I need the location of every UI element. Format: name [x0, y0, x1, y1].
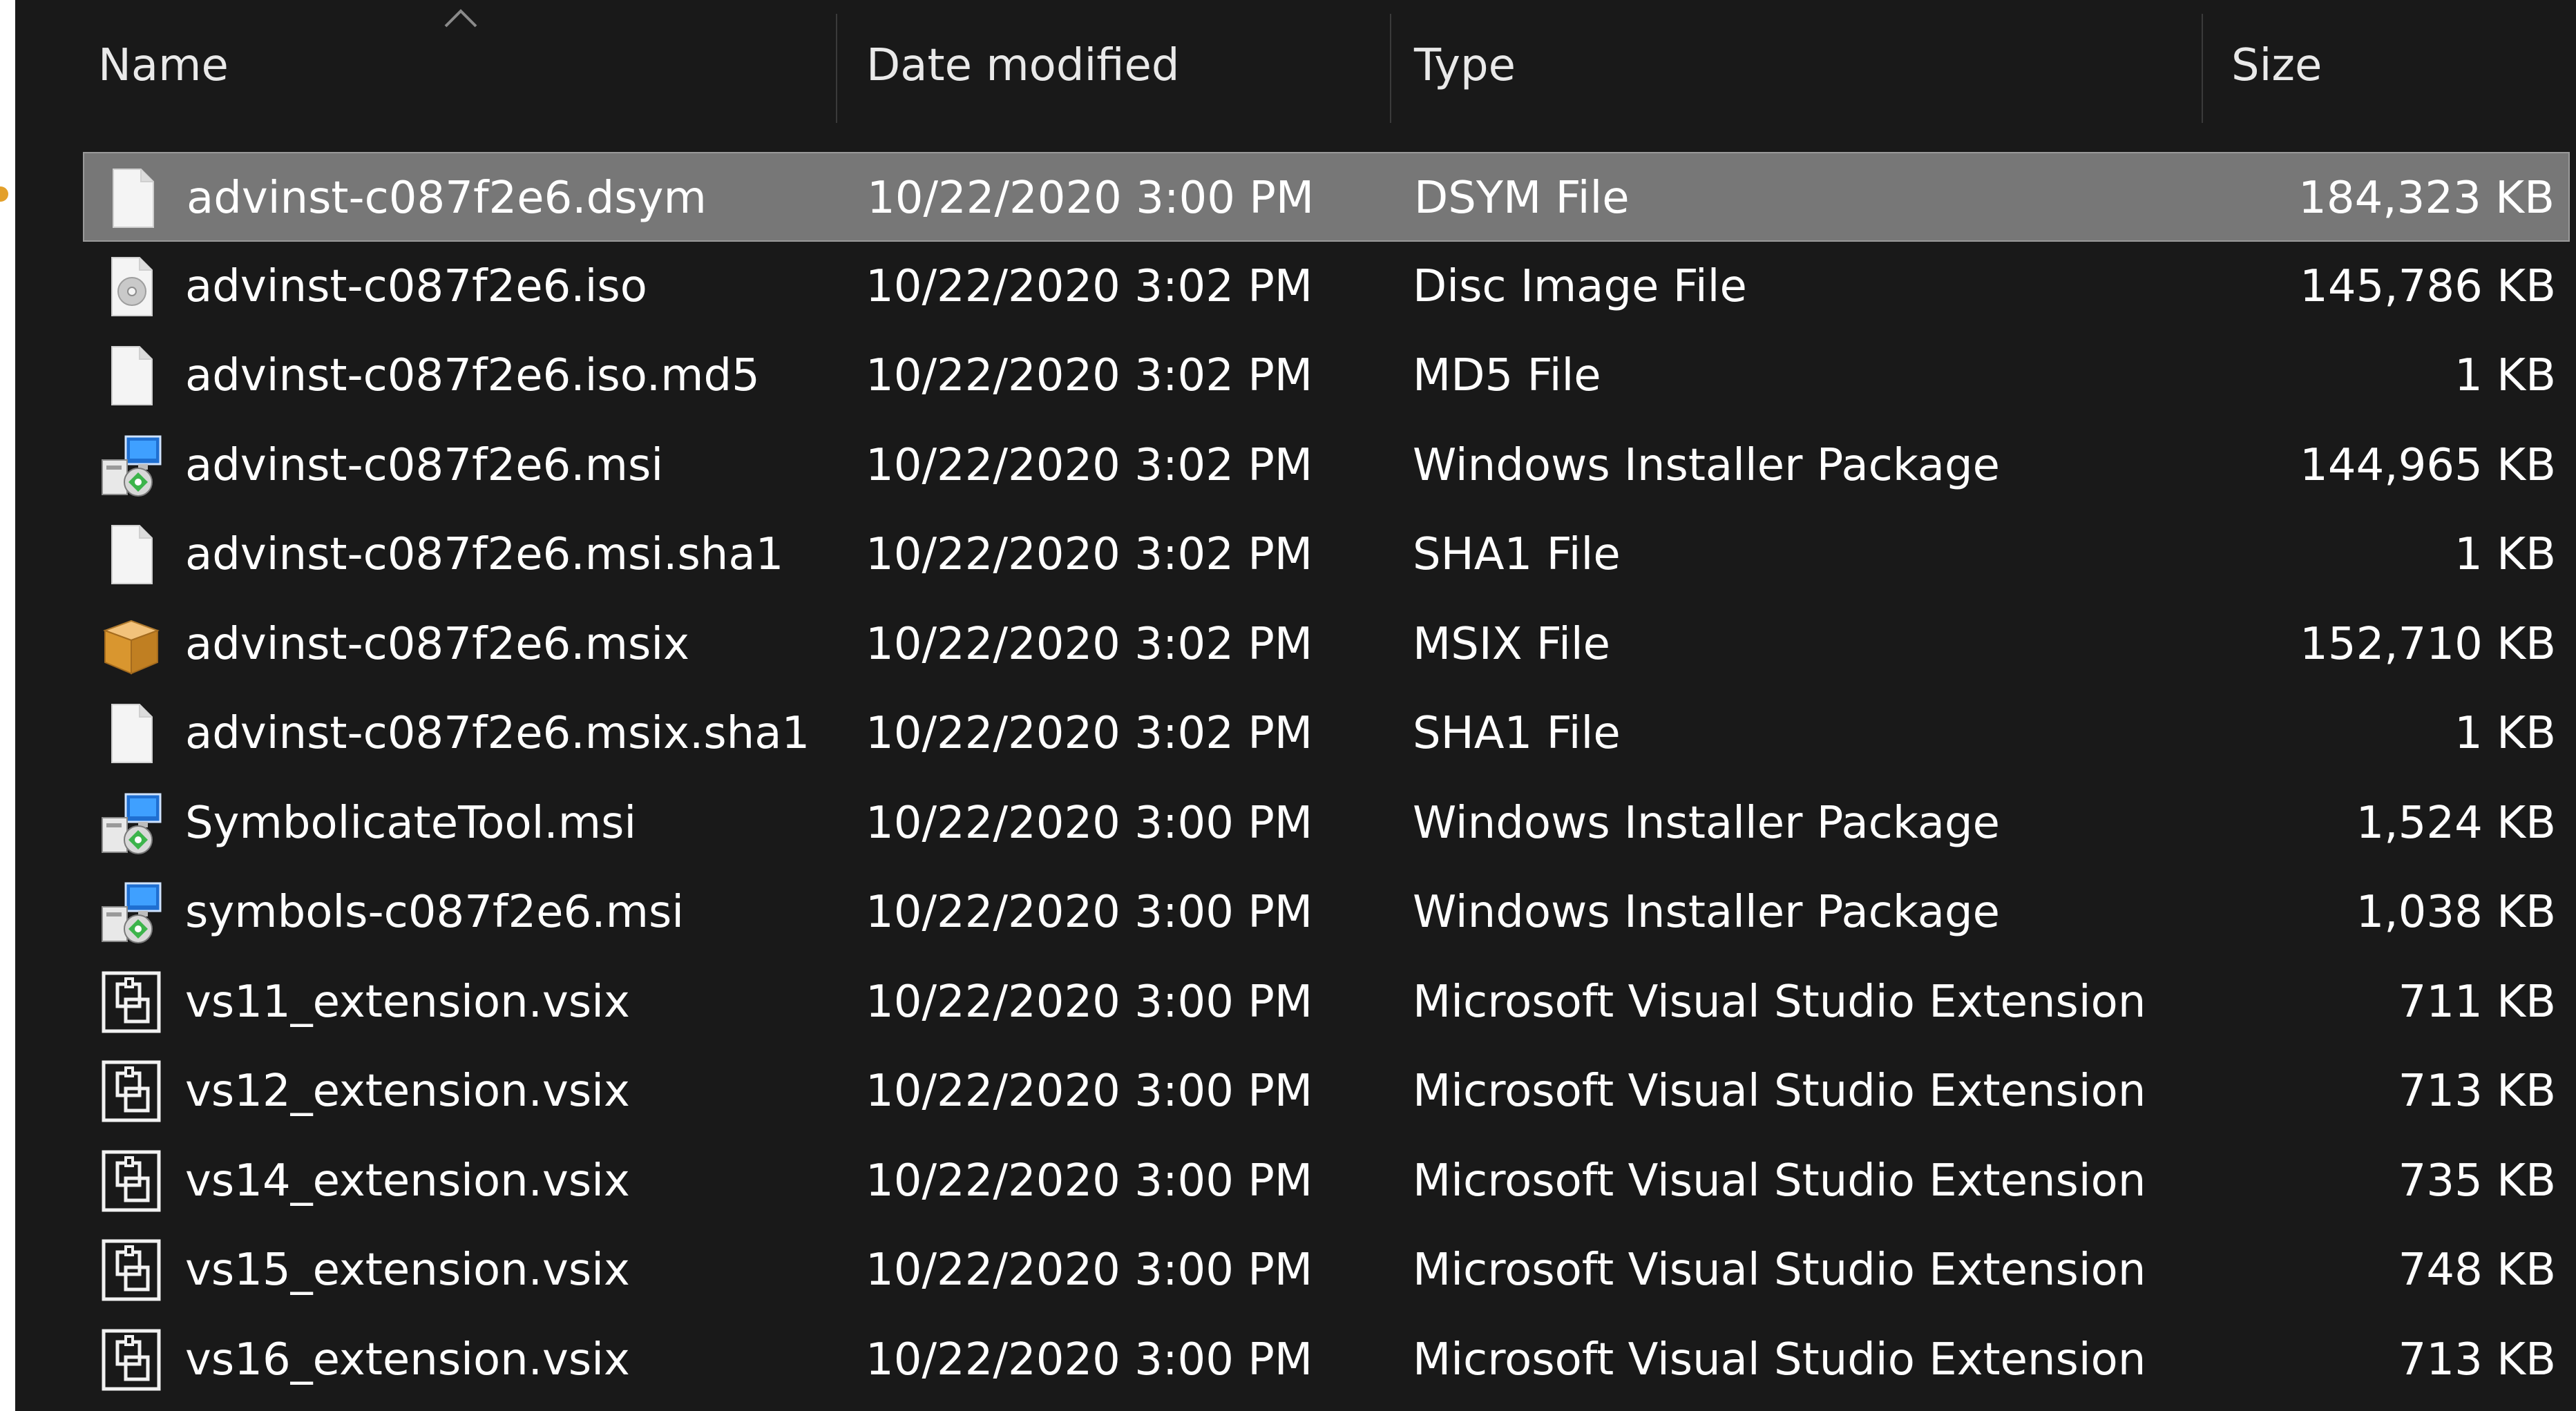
file-date-modified: 10/22/2020 3:00 PM	[867, 173, 1315, 224]
file-date-modified: 10/22/2020 3:02 PM	[866, 529, 1313, 580]
file-date-modified: 10/22/2020 3:02 PM	[866, 350, 1313, 401]
file-name: advinst-c087f2e6.msix	[185, 618, 689, 670]
file-type: Microsoft Visual Studio Extension	[1413, 976, 2146, 1028]
disc-image-icon	[98, 253, 164, 320]
blank-file-icon	[98, 521, 164, 588]
file-size: 1 KB	[2454, 529, 2556, 580]
file-name: advinst-c087f2e6.dsym	[187, 173, 707, 224]
file-date-modified: 10/22/2020 3:02 PM	[866, 439, 1313, 491]
file-row[interactable]: advinst-c087f2e6.msi 10/22/2020 3:02 PM Wi…	[83, 421, 2570, 510]
file-size: 735 KB	[2398, 1155, 2556, 1207]
file-date-modified: 10/22/2020 3:02 PM	[866, 618, 1313, 670]
column-resize-handle[interactable]	[2202, 14, 2203, 123]
file-size: 1,524 KB	[2356, 797, 2556, 849]
file-row[interactable]: vs12_extension.vsix 10/22/2020 3:00 PM Mic…	[83, 1046, 2570, 1136]
file-name: vs14_extension.vsix	[185, 1155, 630, 1207]
file-size: 713 KB	[2398, 1334, 2556, 1385]
file-name: vs12_extension.vsix	[185, 1066, 630, 1117]
installer-package-icon	[98, 432, 164, 499]
file-size: 152,710 KB	[2300, 618, 2556, 670]
vsix-extension-icon	[98, 1058, 164, 1124]
file-name: advinst-c087f2e6.msi.sha1	[185, 529, 784, 580]
installer-package-icon	[98, 879, 164, 946]
file-type: Microsoft Visual Studio Extension	[1413, 1334, 2146, 1385]
file-row[interactable]: advinst-c087f2e6.iso 10/22/2020 3:02 PM Di…	[83, 242, 2570, 332]
column-header-name-label: Name	[98, 40, 229, 91]
file-row[interactable]: advinst-c087f2e6.dsym 10/22/2020 3:00 PM D…	[83, 152, 2570, 242]
file-row[interactable]: advinst-c087f2e6.msix 10/22/2020 3:02 PM M…	[83, 599, 2570, 689]
file-size: 1,038 KB	[2356, 887, 2556, 938]
vsix-extension-icon	[98, 1237, 164, 1303]
file-row[interactable]: advinst-c087f2e6.msix.sha1 10/22/2020 3:0…	[83, 689, 2570, 778]
package-box-icon	[98, 611, 164, 678]
file-type: Disc Image File	[1413, 260, 1747, 312]
blank-file-icon	[98, 700, 164, 767]
file-date-modified: 10/22/2020 3:00 PM	[866, 797, 1313, 849]
vsix-extension-icon	[98, 1327, 164, 1393]
file-size: 713 KB	[2398, 1066, 2556, 1117]
file-type: Microsoft Visual Studio Extension	[1413, 1155, 2146, 1207]
file-name: advinst-c087f2e6.msix.sha1	[185, 708, 810, 759]
file-name: SymbolicateTool.msi	[185, 797, 637, 849]
file-row[interactable]: advinst-c087f2e6.iso.md5 10/22/2020 3:02 …	[83, 331, 2570, 421]
blank-file-icon	[99, 165, 166, 231]
file-date-modified: 10/22/2020 3:00 PM	[866, 1334, 1313, 1385]
file-name: vs15_extension.vsix	[185, 1245, 630, 1296]
file-date-modified: 10/22/2020 3:02 PM	[866, 708, 1313, 759]
file-date-modified: 10/22/2020 3:00 PM	[866, 1066, 1313, 1117]
column-header-type-label: Type	[1414, 40, 1516, 91]
file-date-modified: 10/22/2020 3:00 PM	[866, 976, 1313, 1028]
file-type: Windows Installer Package	[1413, 439, 2000, 491]
vsix-extension-icon	[98, 969, 164, 1035]
file-type: Windows Installer Package	[1413, 797, 2000, 849]
file-row[interactable]: vs16_extension.vsix 10/22/2020 3:00 PM Mic…	[83, 1315, 2570, 1405]
file-size: 711 KB	[2398, 976, 2556, 1028]
file-name: advinst-c087f2e6.msi	[185, 439, 664, 491]
file-name: vs11_extension.vsix	[185, 976, 630, 1028]
file-type: Microsoft Visual Studio Extension	[1413, 1066, 2146, 1117]
file-size: 184,323 KB	[2298, 173, 2555, 224]
file-size: 748 KB	[2398, 1245, 2556, 1296]
column-header-type[interactable]: Type	[1414, 0, 2202, 131]
file-row[interactable]: symbols-c087f2e6.msi 10/22/2020 3:00 PM Wi…	[83, 867, 2570, 957]
file-size: 1 KB	[2454, 350, 2556, 401]
file-row[interactable]: vs15_extension.vsix 10/22/2020 3:00 PM Mic…	[83, 1225, 2570, 1315]
column-header-date-label: Date modified	[866, 40, 1180, 91]
file-size: 145,786 KB	[2300, 260, 2556, 312]
file-name: advinst-c087f2e6.iso.md5	[185, 350, 760, 401]
installer-package-icon	[98, 790, 164, 856]
file-name: advinst-c087f2e6.iso	[185, 260, 647, 312]
column-resize-handle[interactable]	[836, 14, 837, 123]
file-date-modified: 10/22/2020 3:00 PM	[866, 1245, 1313, 1296]
file-size: 144,965 KB	[2300, 439, 2556, 491]
navigation-pane-edge	[0, 0, 15, 1411]
file-name: vs16_extension.vsix	[185, 1334, 630, 1385]
file-name: symbols-c087f2e6.msi	[185, 887, 685, 938]
file-type: DSYM File	[1414, 173, 1630, 224]
column-header-size-label: Size	[2231, 40, 2322, 91]
file-type: MSIX File	[1413, 618, 1610, 670]
file-row[interactable]: advinst-c087f2e6.msi.sha1 10/22/2020 3:02…	[83, 510, 2570, 599]
file-explorer-details-view: Name Date modified Type Size advinst-c08…	[0, 0, 2576, 1411]
file-type: SHA1 File	[1413, 529, 1621, 580]
file-type: Windows Installer Package	[1413, 887, 2000, 938]
file-row[interactable]: SymbolicateTool.msi 10/22/2020 3:00 PM Win…	[83, 778, 2570, 868]
file-type: MD5 File	[1413, 350, 1601, 401]
column-header-size[interactable]: Size	[2231, 0, 2563, 131]
file-row[interactable]: vs14_extension.vsix 10/22/2020 3:00 PM Mic…	[83, 1136, 2570, 1226]
blank-file-icon	[98, 343, 164, 409]
column-resize-handle[interactable]	[1390, 14, 1391, 123]
file-date-modified: 10/22/2020 3:00 PM	[866, 1155, 1313, 1207]
vsix-extension-icon	[98, 1148, 164, 1214]
file-row[interactable]: vs11_extension.vsix 10/22/2020 3:00 PM Mic…	[83, 957, 2570, 1047]
file-date-modified: 10/22/2020 3:02 PM	[866, 260, 1313, 312]
column-header-row: Name Date modified Type Size	[15, 0, 2576, 131]
file-type: Microsoft Visual Studio Extension	[1413, 1245, 2146, 1296]
file-type: SHA1 File	[1413, 708, 1621, 759]
column-header-date[interactable]: Date modified	[866, 0, 1391, 131]
file-date-modified: 10/22/2020 3:00 PM	[866, 887, 1313, 938]
file-size: 1 KB	[2454, 708, 2556, 759]
column-header-name[interactable]: Name	[98, 0, 830, 131]
